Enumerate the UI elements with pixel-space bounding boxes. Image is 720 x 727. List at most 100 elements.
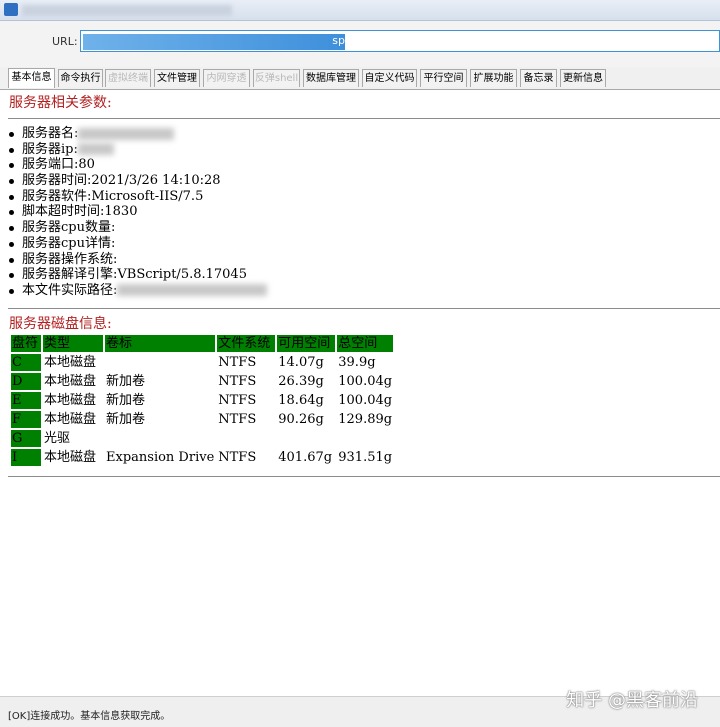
disk-cell	[337, 430, 393, 447]
app-icon	[4, 3, 18, 16]
info-value: 80	[78, 157, 95, 173]
window-title-redacted	[22, 5, 232, 16]
info-label: 服务器软件:	[22, 188, 92, 204]
tab-12[interactable]: 更新信息	[560, 69, 606, 87]
info-label: 服务器操作系统:	[22, 251, 118, 267]
disk-cell: Expansion Drive	[106, 450, 215, 465]
disk-cell: 新加卷	[106, 393, 146, 408]
tab-7[interactable]: 数据库管理	[303, 69, 359, 87]
tab-bar: 基本信息 命令执行 虚拟终端 文件管理 内网穿透 反弹shell 数据库管理 自定义代码 平行空…	[0, 67, 720, 90]
info-label: 服务器cpu详情:	[22, 235, 116, 251]
url-input[interactable]: sp	[80, 30, 720, 52]
url-value: sp	[83, 34, 345, 50]
watermark: 知乎 @黑客前沿	[566, 690, 698, 711]
disk-col-header: 类型	[43, 335, 103, 352]
info-value: VBScript/5.8.17045	[117, 267, 247, 283]
disk-cell: 401.67g	[278, 450, 333, 465]
tab-9[interactable]: 平行空间	[420, 69, 467, 87]
tab-4[interactable]: 文件管理	[154, 69, 200, 87]
disk-cell: 本地磁盘	[44, 450, 97, 465]
tab-6[interactable]: 反弹shell	[253, 69, 300, 87]
server-info-item: 服务器软件:Microsoft-IIS/7.5	[8, 189, 267, 205]
info-value: Microsoft-IIS/7.5	[91, 188, 204, 204]
disk-cell	[105, 354, 215, 371]
title-bar	[0, 0, 720, 21]
disk-cell: 光驱	[44, 431, 71, 446]
disk-info-title: 服务器磁盘信息:	[9, 316, 112, 332]
tab-11[interactable]: 备忘录	[520, 69, 557, 87]
disk-row: E 本地磁盘 新加卷 NTFS 18.64g 100.04g	[11, 392, 393, 409]
server-info-item: 服务器cpu数量:	[8, 220, 267, 236]
tab-5[interactable]: 内网穿透	[203, 69, 250, 87]
drive-letter: C	[11, 354, 41, 371]
basic-info-panel: 服务器相关参数: 服务器名: 服务器ip: 服务端口:80 服务器时间:2021/3/…	[0, 90, 720, 696]
disk-cell: NTFS	[218, 374, 257, 389]
status-text: [OK]连接成功。基本信息获取完成。	[8, 711, 171, 722]
disk-row: G 光驱	[11, 430, 393, 447]
tab-10[interactable]: 扩展功能	[470, 69, 517, 87]
disk-cell: 本地磁盘	[44, 355, 97, 370]
info-label: 本文件实际路径:	[22, 282, 118, 298]
redacted-value	[77, 143, 114, 156]
server-info-item: 服务器ip:	[8, 142, 267, 158]
info-label: 服务器cpu数量:	[22, 220, 116, 236]
disk-table: 盘符 类型 卷标 文件系统 可用空间 总空间 C 本地磁盘 NTFS 14.07g 39.9g D 本…	[9, 333, 395, 468]
disk-cell: 14.07g	[278, 355, 324, 370]
server-params-title: 服务器相关参数:	[9, 95, 112, 111]
disk-row: I 本地磁盘 Expansion Drive NTFS 401.67g 931.51g	[11, 449, 393, 466]
server-info-item: 服务器解译引擎:VBScript/5.8.17045	[8, 267, 267, 283]
info-value: 1830	[104, 204, 138, 220]
server-info-item: 服务端口:80	[8, 157, 267, 173]
disk-cell: 18.64g	[278, 393, 324, 408]
disk-cell: NTFS	[218, 412, 257, 427]
disk-row: F 本地磁盘 新加卷 NTFS 90.26g 129.89g	[11, 411, 393, 428]
divider	[8, 308, 720, 309]
server-info-item: 脚本超时时间:1830	[8, 204, 267, 220]
disk-cell: 本地磁盘	[44, 393, 97, 408]
disk-cell: 129.89g	[338, 412, 393, 427]
server-info-item: 服务器cpu详情:	[8, 236, 267, 252]
disk-col-header: 可用空间	[277, 335, 336, 352]
disk-cell: 本地磁盘	[44, 374, 97, 389]
drive-letter: F	[11, 411, 41, 428]
server-info-item: 服务器操作系统:	[8, 252, 267, 268]
disk-cell: NTFS	[218, 450, 257, 465]
tab-2[interactable]: 命令执行	[58, 69, 103, 87]
disk-row: D 本地磁盘 新加卷 NTFS 26.39g 100.04g	[11, 373, 393, 390]
info-label: 脚本超时时间:	[22, 204, 105, 220]
disk-cell: 90.26g	[278, 412, 324, 427]
disk-col-header: 盘符	[11, 335, 41, 352]
disk-cell: 100.04g	[338, 374, 393, 389]
disk-cell: 100.04g	[338, 393, 393, 408]
redacted-value	[117, 284, 268, 297]
info-label: 服务器时间:	[22, 173, 92, 189]
info-label: 服务器名:	[22, 126, 79, 141]
drive-letter: E	[11, 392, 41, 409]
disk-col-header: 总空间	[337, 335, 394, 352]
disk-cell	[277, 430, 335, 447]
disk-row: C 本地磁盘 NTFS 14.07g 39.9g	[11, 354, 393, 371]
server-info-item: 服务器名:	[8, 126, 267, 142]
tab-1[interactable]: 基本信息	[8, 68, 55, 88]
divider	[8, 118, 720, 119]
disk-cell: NTFS	[218, 355, 257, 370]
disk-cell: 新加卷	[106, 412, 146, 427]
divider	[8, 476, 720, 477]
drive-letter: I	[11, 449, 41, 466]
disk-cell: 26.39g	[278, 374, 324, 389]
info-label: 服务器解译引擎:	[22, 267, 118, 283]
disk-cell: 本地磁盘	[44, 412, 97, 427]
tab-8[interactable]: 自定义代码	[362, 69, 417, 87]
drive-letter: G	[11, 430, 41, 447]
tab-3[interactable]: 虚拟终端	[105, 69, 151, 87]
info-value: 2021/3/26 14:10:28	[91, 173, 221, 189]
server-info-item: 服务器时间:2021/3/26 14:10:28	[8, 173, 267, 189]
disk-cell: 新加卷	[106, 374, 146, 389]
info-label: 服务端口:	[22, 157, 79, 173]
info-label: 服务器ip:	[22, 141, 78, 157]
server-info-list: 服务器名: 服务器ip: 服务端口:80 服务器时间:2021/3/26 14:10:…	[8, 126, 268, 299]
disk-table-header: 盘符 类型 卷标 文件系统 可用空间 总空间	[11, 335, 394, 352]
disk-col-header: 文件系统	[217, 335, 276, 352]
drive-letter: D	[11, 373, 41, 390]
disk-cell: 39.9g	[338, 355, 376, 370]
